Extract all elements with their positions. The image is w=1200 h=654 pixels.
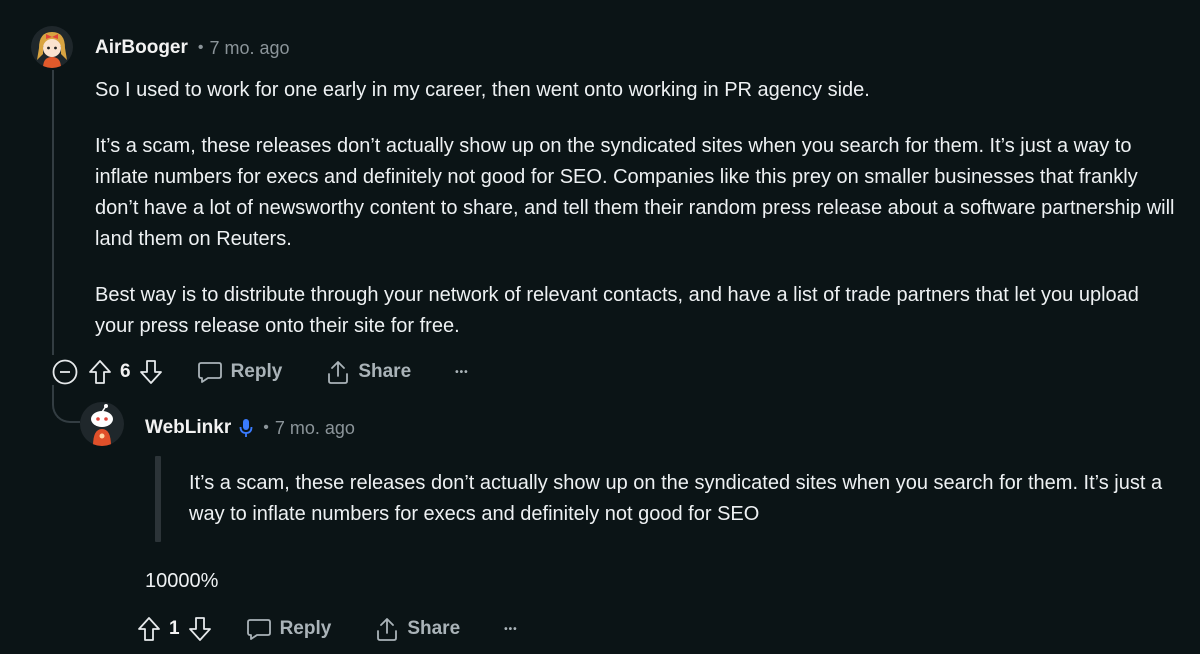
- reply-button[interactable]: Reply: [246, 617, 332, 641]
- vote-count: 6: [120, 361, 131, 382]
- share-icon: [326, 359, 350, 385]
- reply-button[interactable]: Reply: [197, 360, 283, 384]
- more-label: •••: [504, 623, 518, 635]
- mic-icon: [239, 418, 253, 438]
- blockquote-bar: [155, 456, 161, 542]
- comment-text: It’s a scam, these releases don’t actual…: [95, 135, 1175, 250]
- quote-text: It’s a scam, these releases don’t actual…: [189, 472, 1163, 525]
- comment-paragraph: It’s a scam, these releases don’t actual…: [95, 131, 1175, 255]
- comment-actions: 6 Reply Share •••: [52, 355, 469, 389]
- thread-line[interactable]: [52, 70, 54, 355]
- avatar[interactable]: [31, 26, 73, 68]
- comment-meta: AirBooger • 7 mo. ago: [95, 35, 290, 61]
- blockquote: It’s a scam, these releases don’t actual…: [189, 468, 1169, 530]
- timestamp[interactable]: 7 mo. ago: [275, 418, 355, 439]
- username[interactable]: AirBooger: [95, 37, 188, 59]
- downvote-icon[interactable]: [139, 359, 163, 385]
- reply-icon: [246, 617, 272, 641]
- vote-count: 1: [169, 618, 180, 639]
- reply-label: Reply: [279, 618, 332, 639]
- collapse-icon[interactable]: [52, 359, 78, 385]
- share-button[interactable]: Share: [375, 616, 460, 642]
- more-label: •••: [455, 366, 469, 378]
- upvote-icon[interactable]: [88, 359, 112, 385]
- username[interactable]: WebLinkr: [145, 417, 231, 439]
- share-label: Share: [358, 361, 412, 382]
- timestamp[interactable]: 7 mo. ago: [210, 38, 290, 59]
- reply-label: Reply: [230, 361, 283, 382]
- comment-meta: WebLinkr • 7 mo. ago: [145, 415, 355, 441]
- meta-separator: •: [263, 419, 269, 436]
- upvote-icon[interactable]: [137, 616, 161, 642]
- more-icon[interactable]: •••: [455, 367, 469, 378]
- comment-paragraph: So I used to work for one early in my ca…: [95, 75, 1175, 106]
- comment-text: 10000%: [145, 570, 219, 592]
- share-label: Share: [407, 618, 461, 639]
- reply-icon: [197, 360, 223, 384]
- downvote-icon[interactable]: [188, 616, 212, 642]
- comment-thread: AirBooger • 7 mo. ago So I used to work …: [0, 0, 1200, 654]
- thread-branch-line: [52, 385, 80, 423]
- avatar[interactable]: [80, 402, 124, 446]
- comment-actions: 1 Reply Share •••: [137, 612, 518, 646]
- more-icon[interactable]: •••: [504, 624, 518, 635]
- comment-text: Best way is to distribute through your n…: [95, 284, 1139, 337]
- share-icon: [375, 616, 399, 642]
- share-button[interactable]: Share: [326, 359, 411, 385]
- comment-paragraph: 10000%: [145, 566, 218, 597]
- meta-separator: •: [197, 39, 204, 56]
- comment-paragraph: Best way is to distribute through your n…: [95, 280, 1175, 342]
- comment-text: So I used to work for one early in my ca…: [95, 79, 870, 101]
